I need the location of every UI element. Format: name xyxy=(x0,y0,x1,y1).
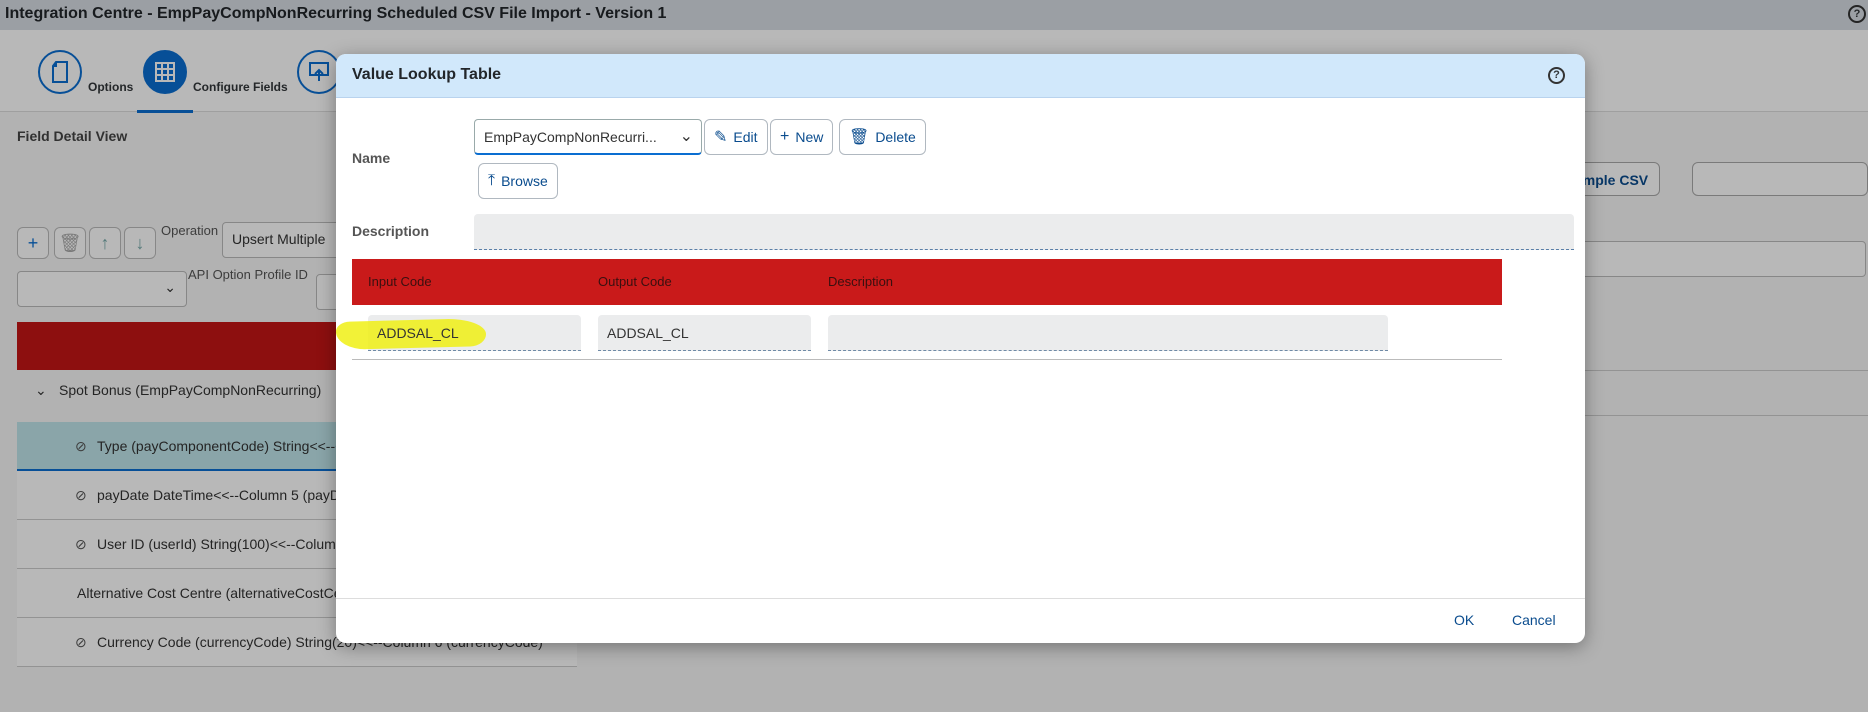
column-header-input-code: Input Code xyxy=(368,274,432,289)
chevron-down-icon: ⌄ xyxy=(679,128,693,145)
description-field[interactable] xyxy=(474,214,1574,250)
delete-button[interactable]: 🗑 Delete xyxy=(839,119,926,155)
dialog-title: Value Lookup Table xyxy=(352,66,502,83)
dialog-header: Value Lookup Table ? xyxy=(336,54,1585,98)
output-code-cell[interactable]: ADDSAL_CL xyxy=(598,315,811,351)
table-row-divider xyxy=(352,359,1502,360)
cancel-button[interactable]: Cancel xyxy=(1512,612,1556,628)
pencil-icon: ✎ xyxy=(714,129,728,146)
input-code-value[interactable]: ADDSAL_CL xyxy=(368,315,581,351)
description-label: Description xyxy=(352,223,430,239)
browse-button[interactable]: ⤒ Browse xyxy=(478,163,558,199)
dialog-footer: OK Cancel xyxy=(336,598,1585,643)
column-header-description: Description xyxy=(828,274,894,289)
upload-icon: ⤒ xyxy=(488,172,496,189)
lookup-table-header: Input Code Output Code Description xyxy=(352,259,1502,305)
edit-button[interactable]: ✎ Edit xyxy=(704,119,768,155)
ok-button[interactable]: OK xyxy=(1454,612,1474,628)
help-icon[interactable]: ? xyxy=(1548,67,1565,84)
value-lookup-dialog: Value Lookup Table ? Name EmpPayCompNonR… xyxy=(336,54,1585,643)
new-button[interactable]: + New xyxy=(770,119,834,155)
description-cell[interactable] xyxy=(828,315,1388,351)
name-select[interactable]: EmpPayCompNonRecurri... ⌄ xyxy=(474,119,702,155)
name-label: Name xyxy=(352,150,391,166)
trash-icon: 🗑 xyxy=(849,129,870,146)
plus-icon: + xyxy=(780,128,790,145)
column-header-output-code: Output Code xyxy=(598,274,672,289)
